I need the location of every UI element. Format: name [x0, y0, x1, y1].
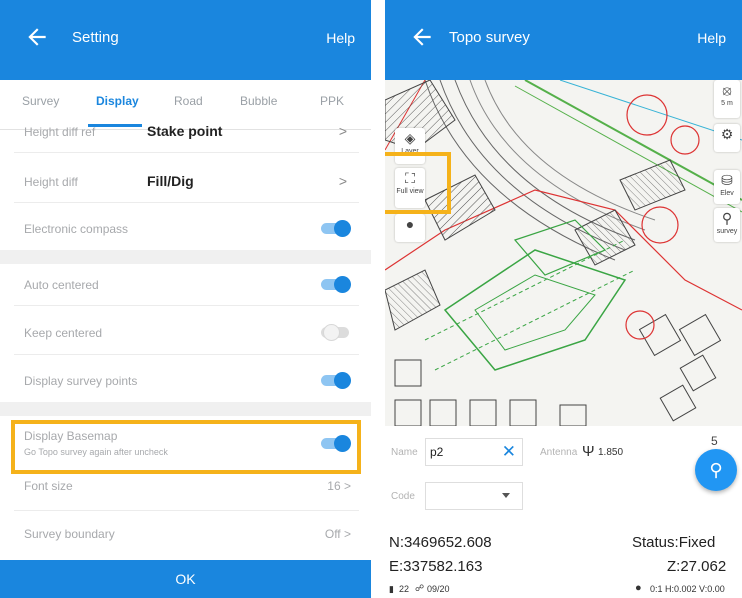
name-label: Name [391, 447, 418, 458]
topo-survey-screen: Topo survey Help ◈ Layer ⛶ Full view ● ⦻… [385, 0, 742, 598]
antenna-label: Antenna [540, 447, 578, 458]
display-survey-points-row: Display survey points [0, 370, 371, 394]
chevron-right-icon: > [338, 123, 347, 139]
location-dot-tool[interactable]: ● [395, 214, 425, 242]
tab-survey[interactable]: Survey [22, 94, 59, 108]
page-title: Topo survey [449, 29, 530, 46]
font-size-label: Font size [24, 479, 73, 493]
help-button[interactable]: Help [697, 30, 726, 46]
divider [14, 510, 359, 511]
basemap-drawing [385, 80, 742, 426]
easting-readout: E:337582.163 [389, 558, 483, 575]
display-basemap-highlight [11, 420, 361, 474]
survey-boundary-label: Survey boundary [24, 527, 115, 541]
survey-icon: ⚲ [721, 210, 733, 226]
display-survey-points-toggle[interactable] [319, 372, 351, 389]
divider [14, 305, 359, 306]
antenna-icon: Ψ [582, 443, 595, 460]
satellite-count: 22 [399, 584, 410, 594]
height-diff-ref-label: Height diff ref [24, 125, 96, 139]
settings-app-bar: Setting Help [0, 0, 371, 80]
back-arrow-icon[interactable] [409, 24, 435, 50]
height-diff-row[interactable]: Height diff Fill/Dig > [0, 170, 371, 198]
survey-app-bar: Topo survey Help [385, 0, 742, 80]
full-view-highlight [385, 152, 451, 214]
font-size-value: 16 > [327, 479, 351, 493]
layers-icon: ◈ [404, 130, 416, 146]
divider [14, 354, 359, 355]
elev-tool[interactable]: ⛁ Elev [714, 170, 740, 204]
chevron-right-icon: > [338, 173, 347, 189]
electronic-compass-toggle[interactable] [319, 220, 351, 237]
z-readout: Z:27.062 [667, 558, 727, 575]
compass-icon: ⦻ [722, 82, 732, 98]
age-readout: 09/20 [427, 584, 450, 594]
tab-display[interactable]: Display [96, 94, 139, 108]
display-survey-points-label: Display survey points [24, 374, 138, 388]
keep-centered-row: Keep centered [0, 322, 371, 346]
signal-icon: ☍ [415, 583, 425, 593]
font-size-row[interactable]: Font size 16 > [0, 476, 371, 496]
collect-point-button[interactable]: ⚲ [695, 449, 737, 491]
survey-input-panel: Name p2 ✕ Antenna Ψ 1.850 5 ⚲ Code N:346… [385, 426, 742, 598]
electronic-compass-label: Electronic compass [24, 222, 129, 236]
electronic-compass-row: Electronic compass [0, 218, 371, 242]
status-readout: Status:Fixed [632, 534, 716, 551]
point-count: 5 [711, 434, 718, 448]
help-button[interactable]: Help [326, 30, 355, 46]
compass-tool[interactable]: ⦻ 5 m [714, 80, 740, 118]
tab-ppk[interactable]: PPK [320, 94, 344, 108]
antenna-value[interactable]: 1.850 [598, 447, 623, 458]
tab-road[interactable]: Road [174, 94, 203, 108]
auto-centered-label: Auto centered [24, 278, 99, 292]
map-canvas[interactable]: ◈ Layer ⛶ Full view ● ⦻ 5 m ⚙ ⛁ Elev ⚲ s… [385, 80, 742, 426]
settings-tool[interactable]: ⚙ [714, 124, 740, 152]
section-separator [0, 250, 371, 264]
divider [14, 202, 359, 203]
divider [14, 152, 359, 153]
page-title: Setting [72, 29, 119, 46]
height-diff-value: Fill/Dig [147, 173, 194, 189]
survey-tool[interactable]: ⚲ survey [714, 208, 740, 242]
battery-icon: ▮ [389, 584, 394, 594]
settings-screen: Setting Help Survey Display Road Bubble … [0, 0, 371, 598]
survey-boundary-row[interactable]: Survey boundary Off > [0, 524, 371, 544]
tab-bubble[interactable]: Bubble [240, 94, 277, 108]
auto-centered-row: Auto centered [0, 274, 371, 298]
survey-boundary-value: Off > [324, 527, 351, 541]
database-icon: ⛁ [721, 172, 733, 188]
precision-readout: 0:1 H:0.002 V:0.00 [650, 584, 725, 594]
northing-readout: N:3469652.608 [389, 534, 492, 551]
height-diff-ref-row[interactable]: Height diff ref Stake point > [0, 120, 371, 148]
dropdown-arrow-icon [502, 493, 510, 498]
name-field[interactable]: p2 ✕ [425, 438, 523, 466]
code-select[interactable] [425, 482, 523, 510]
height-diff-ref-value: Stake point [147, 123, 223, 139]
status-dot-icon: ● [635, 582, 642, 594]
height-diff-label: Height diff [24, 175, 78, 189]
code-label: Code [391, 491, 415, 502]
location-pin-icon: ⚲ [709, 460, 723, 480]
keep-centered-label: Keep centered [24, 326, 103, 340]
ok-button[interactable]: OK [0, 560, 371, 598]
gear-icon: ⚙ [720, 126, 734, 142]
keep-centered-toggle[interactable] [319, 324, 351, 341]
auto-centered-toggle[interactable] [319, 276, 351, 293]
clear-icon[interactable]: ✕ [502, 442, 516, 462]
section-separator [0, 402, 371, 416]
record-dot-icon: ● [405, 216, 415, 232]
back-arrow-icon[interactable] [24, 24, 50, 50]
